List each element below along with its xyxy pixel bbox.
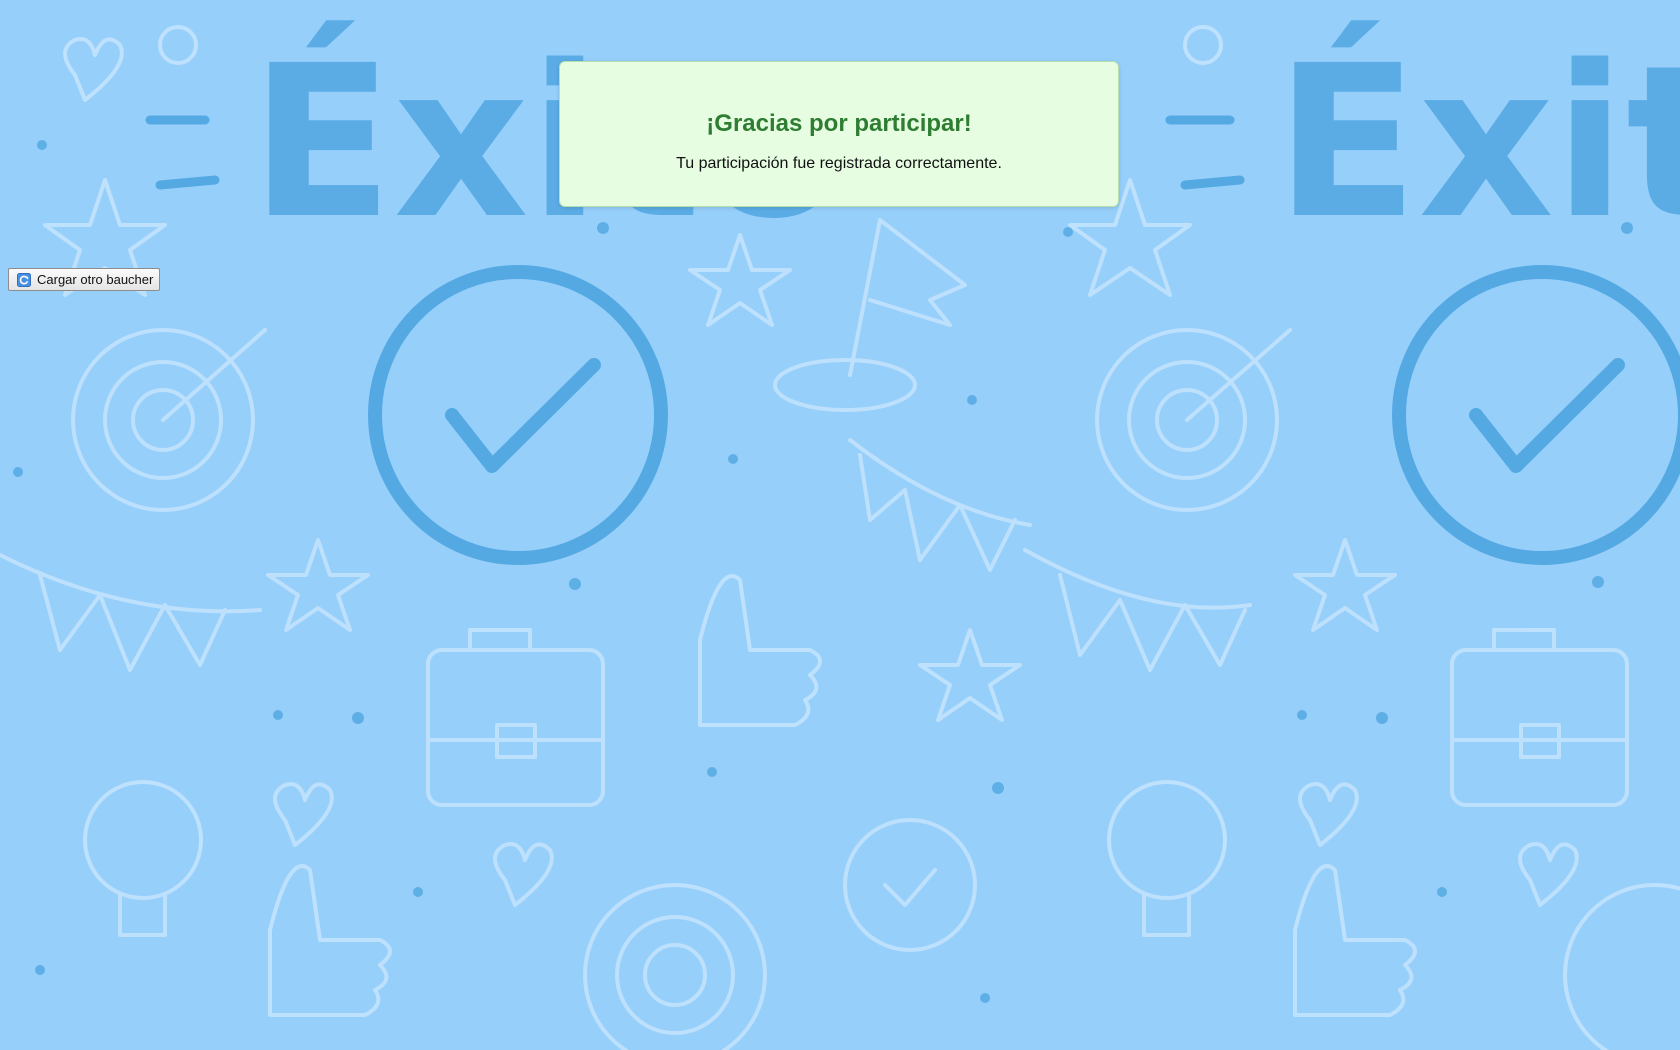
success-dialog: ¡Gracias por participar! Tu participació… <box>559 61 1119 207</box>
load-another-voucher-label: Cargar otro baucher <box>37 272 154 287</box>
success-title: ¡Gracias por participar! <box>706 110 972 137</box>
success-message: Tu participación fue registrada correcta… <box>676 155 1002 172</box>
background-exito-text-right: Éxito <box>1275 19 1680 265</box>
refresh-icon <box>17 272 31 287</box>
load-another-voucher-button[interactable]: Cargar otro baucher <box>8 268 161 291</box>
